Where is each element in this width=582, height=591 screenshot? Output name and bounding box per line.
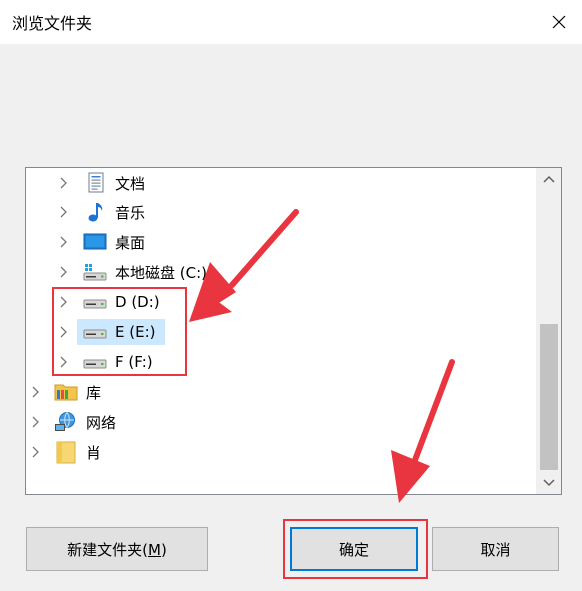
tree-item-label: 本地磁盘 (C:) bbox=[115, 263, 207, 282]
scroll-up-button[interactable] bbox=[537, 168, 561, 190]
chevron-up-icon bbox=[543, 175, 555, 183]
network-icon bbox=[55, 412, 75, 431]
chevron-right-icon[interactable] bbox=[58, 266, 70, 278]
desktop-icon bbox=[83, 233, 107, 250]
music-icon bbox=[88, 203, 103, 222]
chevron-right-icon[interactable] bbox=[30, 416, 42, 428]
chevron-down-icon bbox=[543, 479, 555, 487]
tree-item-label: 音乐 bbox=[115, 203, 146, 222]
cancel-label: 取消 bbox=[480, 540, 511, 559]
tree-item-label: 肖 bbox=[86, 443, 102, 462]
close-icon bbox=[552, 15, 566, 29]
annotation-box-drives bbox=[52, 287, 187, 376]
folder-icon bbox=[56, 441, 76, 464]
chevron-right-icon[interactable] bbox=[58, 206, 70, 218]
scrollbar-thumb[interactable] bbox=[540, 324, 558, 470]
title-bar: 浏览文件夹 bbox=[0, 0, 582, 44]
chevron-right-icon[interactable] bbox=[30, 446, 42, 458]
system-drive-icon bbox=[83, 264, 107, 281]
scroll-down-button[interactable] bbox=[537, 472, 561, 494]
tree-item-label: 库 bbox=[86, 383, 102, 402]
tree-item-label: 桌面 bbox=[115, 233, 146, 252]
documents-icon bbox=[88, 172, 104, 193]
new-folder-label: 新建文件夹(M) bbox=[67, 540, 167, 559]
tree-item-local-disk-c[interactable]: 本地磁盘 (C:) bbox=[26, 258, 561, 286]
chevron-right-icon[interactable] bbox=[58, 236, 70, 248]
tree-item-network[interactable]: 网络 bbox=[26, 408, 561, 436]
chevron-right-icon[interactable] bbox=[30, 386, 42, 398]
tree-item-documents[interactable]: 文档 bbox=[26, 169, 561, 197]
cancel-button[interactable]: 取消 bbox=[432, 527, 559, 571]
window-title: 浏览文件夹 bbox=[12, 14, 93, 33]
chevron-right-icon[interactable] bbox=[58, 177, 70, 189]
new-folder-button[interactable]: 新建文件夹(M) bbox=[26, 527, 208, 571]
vertical-scrollbar[interactable] bbox=[536, 168, 561, 494]
annotation-box-ok bbox=[283, 519, 428, 579]
close-button[interactable] bbox=[536, 0, 582, 44]
library-icon bbox=[54, 384, 78, 401]
tree-item-label: 网络 bbox=[86, 413, 117, 432]
tree-item-libraries[interactable]: 库 bbox=[26, 378, 561, 406]
tree-item-user-folder[interactable]: 肖 bbox=[26, 438, 561, 466]
tree-item-label: 文档 bbox=[115, 174, 146, 193]
tree-item-desktop[interactable]: 桌面 bbox=[26, 228, 561, 256]
tree-item-music[interactable]: 音乐 bbox=[26, 198, 561, 226]
